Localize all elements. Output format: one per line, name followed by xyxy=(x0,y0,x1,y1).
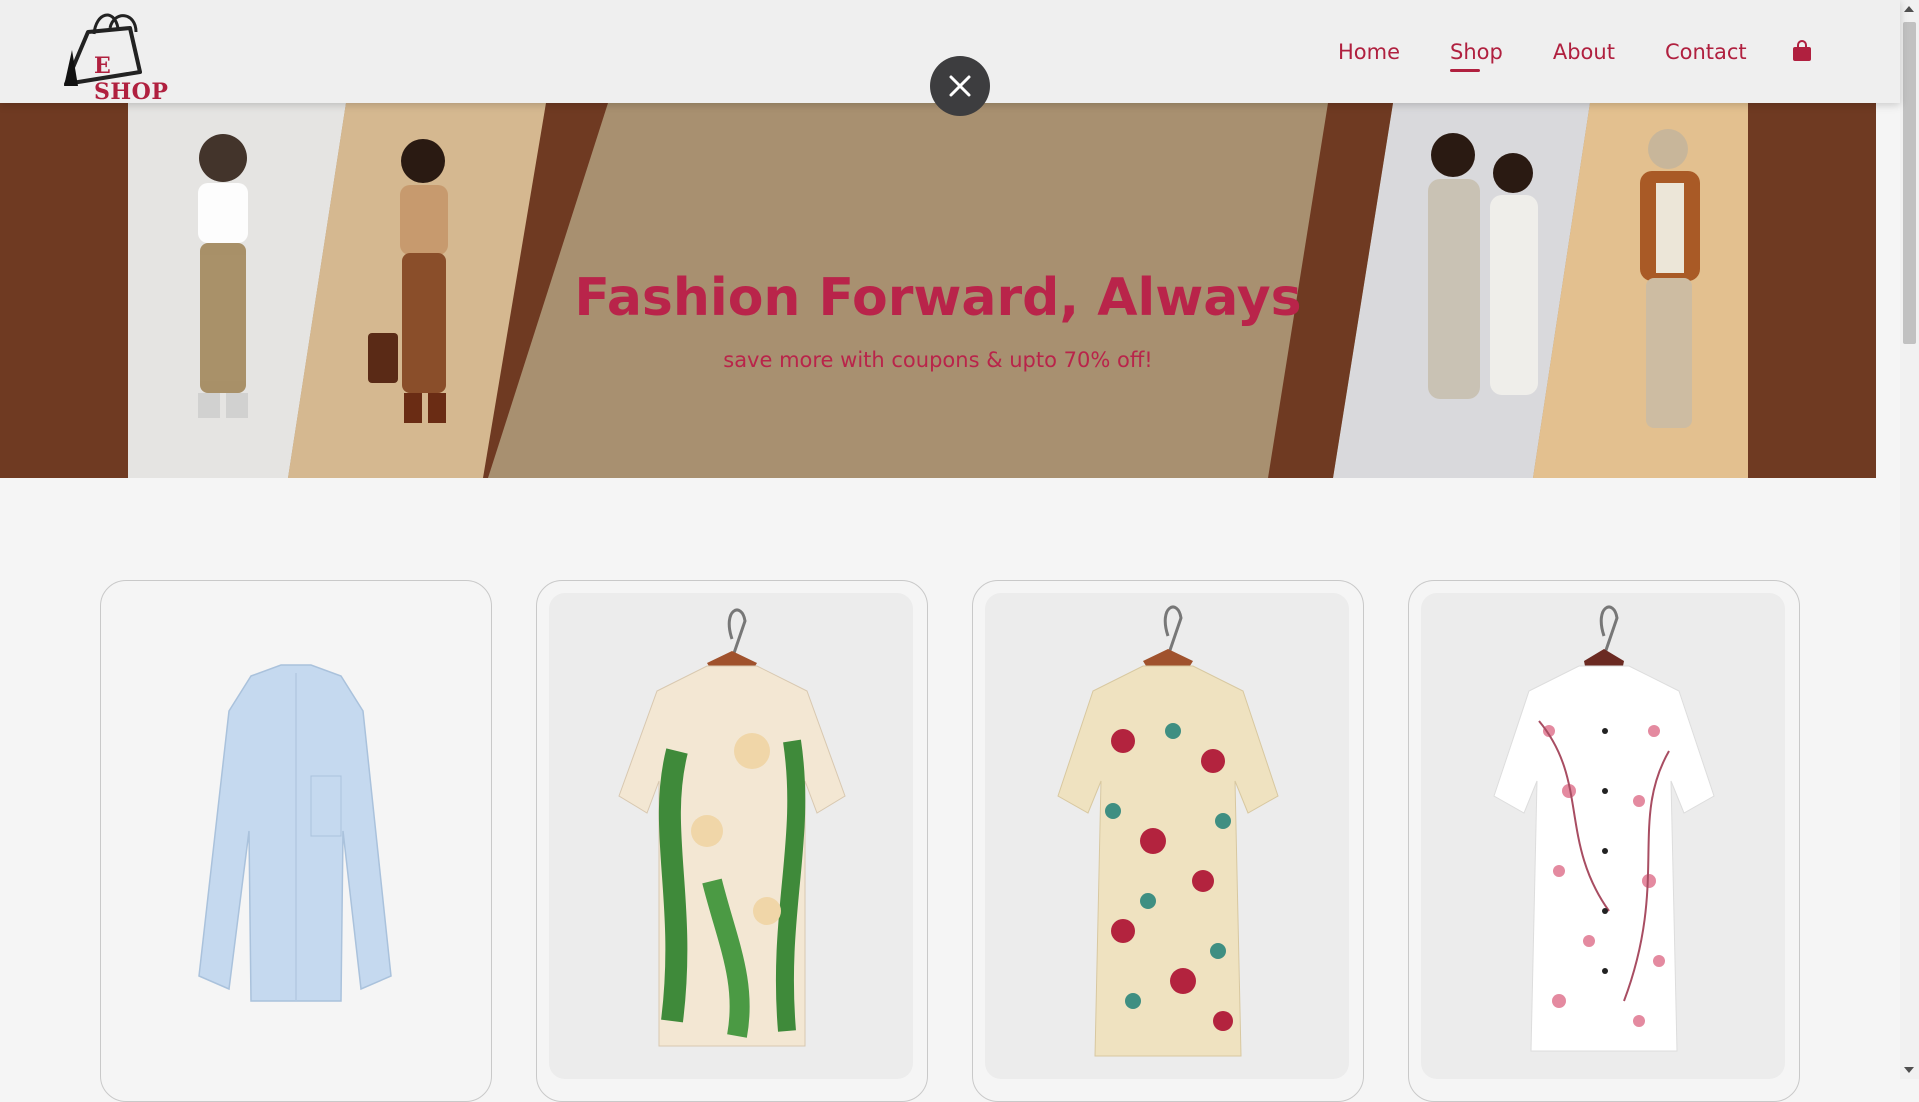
product-image xyxy=(1493,605,1715,1052)
banner-subtitle: save more with coupons & upto 70% off! xyxy=(723,348,1153,372)
banner-title: Fashion Forward, Always xyxy=(574,268,1302,328)
scrollbar[interactable] xyxy=(1900,0,1919,1079)
product-card[interactable] xyxy=(972,580,1364,1102)
nav-shop[interactable]: Shop xyxy=(1450,40,1503,72)
close-button[interactable] xyxy=(930,56,990,116)
product-image xyxy=(618,608,846,1047)
nav-home[interactable]: Home xyxy=(1338,40,1400,64)
product-image xyxy=(1057,605,1279,1057)
product-card[interactable] xyxy=(1408,580,1800,1102)
product-image xyxy=(198,664,392,1002)
product-card[interactable] xyxy=(536,580,928,1102)
product-card[interactable] xyxy=(100,580,492,1102)
scroll-up-arrow-icon[interactable] xyxy=(1904,6,1914,12)
hero-banner: Fashion Forward, Always save more with c… xyxy=(0,103,1876,478)
shop-logo[interactable]: E SHOP xyxy=(58,6,188,105)
scroll-down-arrow-icon[interactable] xyxy=(1904,1067,1914,1073)
nav-about[interactable]: About xyxy=(1553,40,1615,64)
nav-contact[interactable]: Contact xyxy=(1665,40,1747,64)
main-nav: Home Shop About Contact xyxy=(1338,40,1797,72)
logo-text: E SHOP xyxy=(94,53,169,105)
shopping-bag-icon[interactable] xyxy=(1792,40,1812,66)
close-icon xyxy=(949,75,971,97)
scroll-thumb[interactable] xyxy=(1903,22,1916,344)
